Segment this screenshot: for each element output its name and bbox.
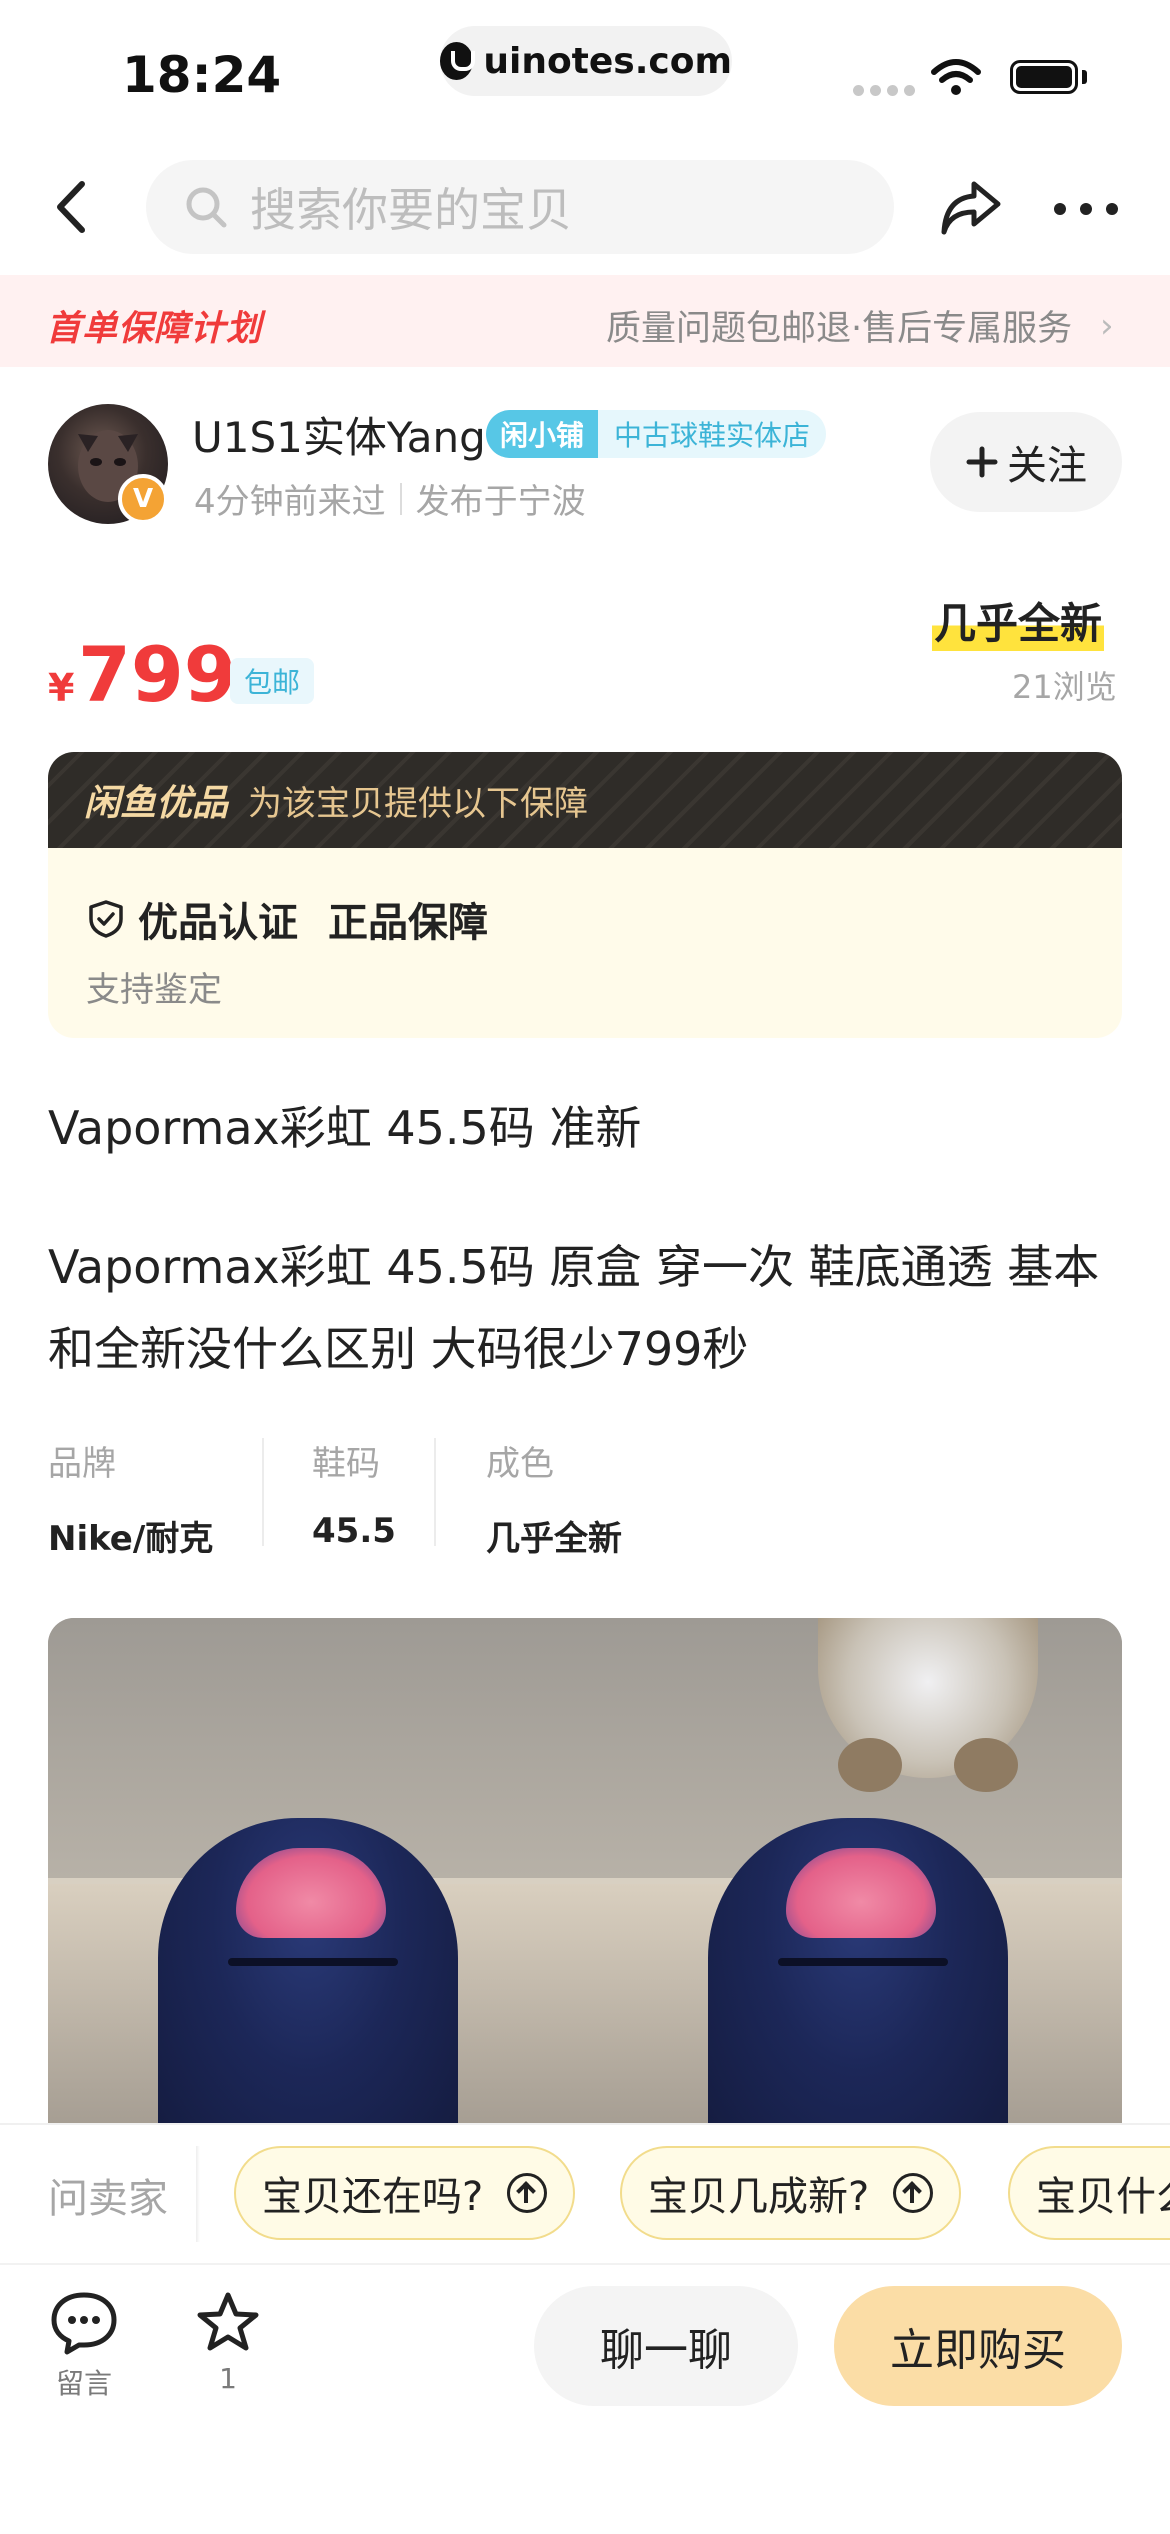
protection-services: 质量问题包邮退·售后专属服务 [606, 309, 1073, 349]
currency-symbol: ¥ [48, 666, 75, 710]
ask-seller-bar [0, 2123, 1170, 2263]
chevron-right-icon: › [1100, 306, 1114, 346]
shield-check-icon [89, 900, 123, 938]
guarantee-note: 支持鉴定 [86, 970, 222, 1010]
protection-plan-label: 首单保障计划 [46, 309, 263, 349]
product-photo[interactable] [48, 1618, 1122, 2123]
comment-button[interactable]: 留言 [34, 2290, 134, 2402]
ask-divider [196, 2146, 200, 2242]
star-icon [197, 2292, 259, 2351]
quick-question-chip[interactable]: 宝贝几成新? [620, 2146, 962, 2240]
favorite-button[interactable]: 1 [178, 2290, 278, 2395]
item-description: Vapormax彩虹 45.5码 原盒 穿一次 鞋底通透 基本和全新没什么区别 … [48, 1240, 1100, 1376]
comment-label: 留言 [55, 2367, 112, 2400]
follow-label: 关注 [1007, 443, 1087, 489]
plus-icon [966, 446, 998, 478]
spec-key: 成色 [486, 1444, 554, 1484]
arrow-up-circle-icon [893, 2173, 934, 2213]
search-input[interactable]: 搜索你要的宝贝 [146, 160, 894, 254]
spec-key: 品牌 [48, 1444, 116, 1484]
shipping-badge: 包邮 [230, 658, 315, 704]
guarantee-item-2: 正品保障 [328, 900, 488, 946]
shop-name: 中古球鞋实体店 [598, 410, 827, 458]
shop-badge: 闲小铺 [486, 410, 599, 458]
publish-location: 发布于宁波 [415, 482, 586, 522]
spec-condition: 成色 几乎全新 [486, 1436, 622, 1560]
price-value: 799 [78, 630, 237, 719]
url-pill[interactable]: uinotes.com [440, 26, 732, 96]
chat-button[interactable]: 聊一聊 [534, 2286, 798, 2406]
cellular-signal-icon [853, 85, 915, 96]
arrow-up-circle-icon [507, 2173, 548, 2213]
battery-cap [1082, 70, 1087, 84]
status-time: 18:24 [122, 46, 282, 104]
spec-value: Nike/耐克 [48, 1519, 214, 1559]
verified-badge: V [118, 474, 168, 524]
quick-question-chip[interactable]: 宝贝什么 [1008, 2146, 1170, 2240]
left-shoe [158, 1818, 458, 2123]
guarantee-subtitle: 为该宝贝提供以下保障 [248, 783, 589, 824]
comment-icon [51, 2292, 117, 2355]
shop-tag[interactable]: 闲小铺 中古球鞋实体店 [486, 410, 827, 458]
spec-brand: 品牌 Nike/耐克 [48, 1436, 213, 1560]
seller-meta: 4分钟前来过 发布于宁波 [194, 474, 586, 523]
search-icon [186, 187, 227, 228]
chip-label: 宝贝几成新? [648, 2174, 870, 2220]
search-placeholder: 搜索你要的宝贝 [250, 183, 572, 237]
battery-icon [1010, 60, 1078, 94]
ask-seller-label: 问卖家 [48, 2176, 168, 2222]
guarantee-items: 优品认证 正品保障 [86, 890, 488, 948]
follow-button[interactable]: 关注 [930, 412, 1122, 512]
site-icon [440, 42, 476, 80]
spec-divider [434, 1438, 436, 1546]
favorite-count: 1 [219, 2362, 237, 2395]
spec-value: 几乎全新 [486, 1519, 622, 1559]
right-shoe [708, 1818, 1008, 2123]
last-seen: 4分钟前来过 [194, 482, 386, 522]
more-icon[interactable] [1054, 194, 1124, 224]
guarantee-item-1: 优品认证 [138, 900, 298, 946]
toy-figure [818, 1618, 1038, 1792]
condition-label: 几乎全新 [932, 590, 1105, 651]
spec-size: 鞋码 45.5 [312, 1436, 396, 1551]
url-text: uinotes.com [483, 40, 732, 82]
chip-label: 宝贝什么 [1036, 2174, 1170, 2220]
guarantee-header[interactable]: 闲鱼优品 为该宝贝提供以下保障 [48, 752, 1122, 848]
quick-question-chip[interactable]: 宝贝还在吗? [234, 2146, 576, 2240]
buy-now-button[interactable]: 立即购买 [834, 2286, 1122, 2406]
spec-divider [262, 1438, 264, 1546]
guarantee-brand: 闲鱼优品 [84, 783, 229, 824]
seller-name[interactable]: U1S1实体Yang [192, 404, 486, 465]
wifi-icon [931, 59, 981, 95]
share-icon[interactable] [936, 172, 1006, 242]
back-icon[interactable] [40, 172, 110, 242]
spec-value: 45.5 [312, 1511, 396, 1551]
meta-divider [399, 482, 402, 515]
spec-key: 鞋码 [312, 1444, 380, 1484]
view-count: 21浏览 [1012, 668, 1117, 706]
item-title: Vapormax彩虹 45.5码 准新 [48, 1101, 642, 1155]
chip-label: 宝贝还在吗? [262, 2174, 484, 2220]
